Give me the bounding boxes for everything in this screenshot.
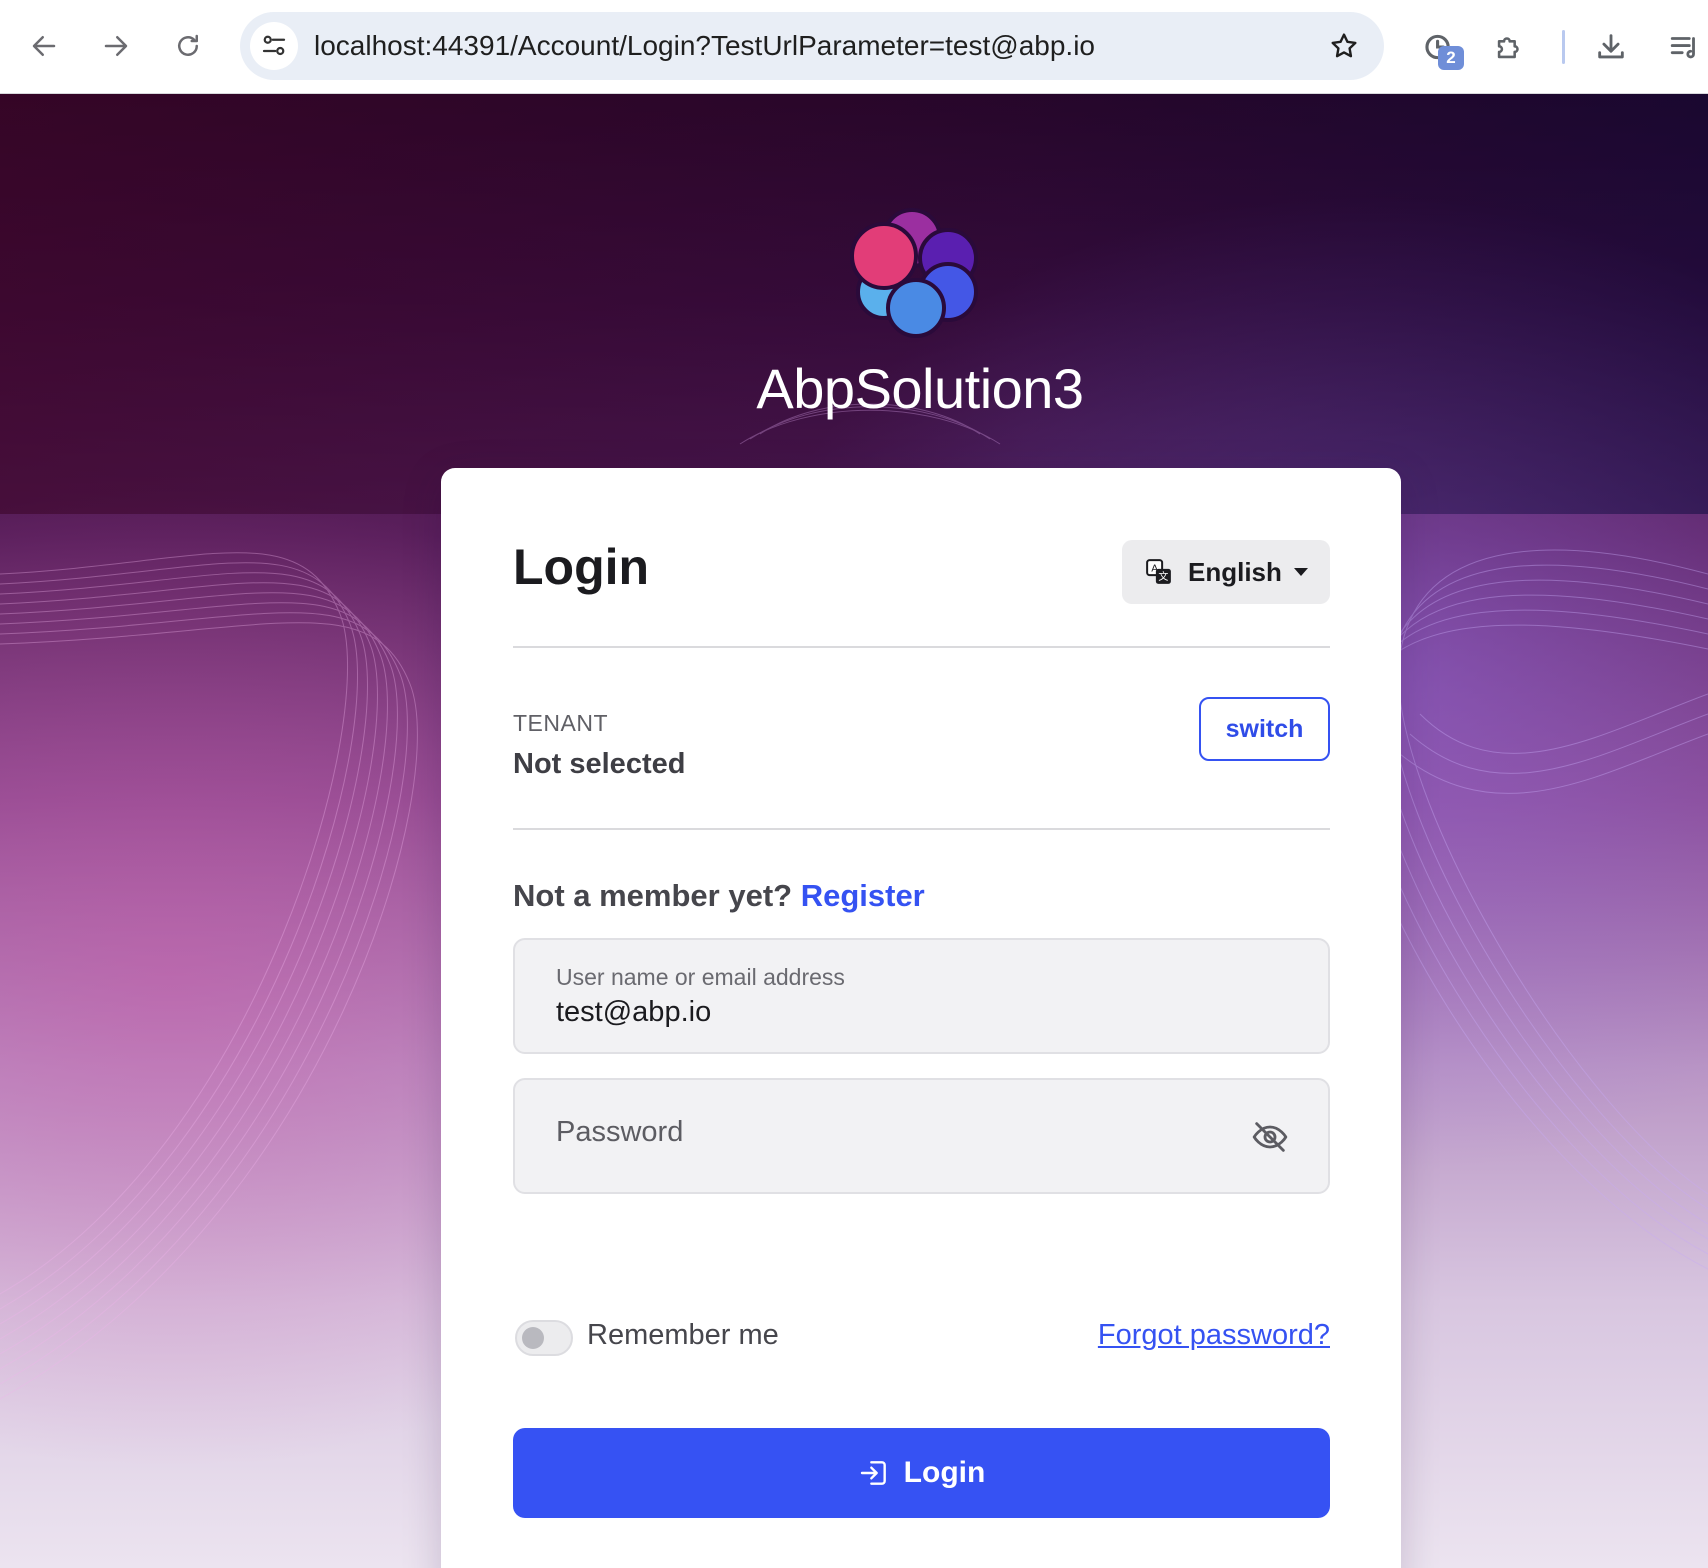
app-name: AbpSolution3: [756, 357, 1084, 420]
chevron-down-icon: [1293, 568, 1308, 576]
extensions-menu-button[interactable]: [1484, 22, 1534, 72]
username-field[interactable]: User name or email address test@abp.io: [513, 938, 1330, 1054]
remember-me-toggle[interactable]: [515, 1320, 573, 1356]
login-title: Login: [513, 539, 650, 595]
tune-icon: [262, 35, 286, 56]
back-button[interactable]: [18, 20, 70, 72]
forgot-password-link[interactable]: Forgot password?: [1098, 1319, 1330, 1352]
password-field[interactable]: Password: [513, 1078, 1330, 1194]
forward-button[interactable]: [90, 20, 142, 72]
abp-logo: [850, 208, 978, 338]
eye-off-icon[interactable]: [1250, 1117, 1290, 1157]
reload-button[interactable]: [162, 20, 214, 72]
media-controls-button[interactable]: [1660, 22, 1708, 72]
language-dropdown[interactable]: A 文 English: [1122, 540, 1330, 604]
register-link[interactable]: Register: [801, 878, 925, 913]
translate-icon: A 文: [1146, 559, 1171, 584]
tenant-value: Not selected: [513, 748, 686, 780]
login-page: AbpSolution3 Login A 文 English TENANT No…: [0, 94, 1708, 1568]
download-icon: [1598, 34, 1624, 59]
puzzle-icon: [1497, 37, 1519, 59]
language-label: English: [1188, 556, 1282, 587]
login-enter-icon: [860, 1461, 886, 1485]
username-field-value[interactable]: test@abp.io: [556, 996, 711, 1029]
bookmark-button[interactable]: [1322, 24, 1366, 68]
svg-text:文: 文: [1158, 570, 1168, 583]
arrow-right-icon: [104, 36, 128, 56]
tenant-label: TENANT: [513, 710, 608, 736]
login-submit-button[interactable]: Login: [513, 1428, 1330, 1518]
address-bar[interactable]: localhost:44391/Account/Login?TestUrlPar…: [240, 12, 1384, 80]
password-field-placeholder[interactable]: Password: [556, 1116, 683, 1149]
switch-tenant-button[interactable]: switch: [1199, 697, 1330, 761]
register-prompt-text: Not a member yet?: [513, 878, 793, 913]
tenant-divider: [513, 828, 1330, 830]
remember-me-label[interactable]: Remember me: [587, 1319, 779, 1352]
toolbar-separator: [1562, 30, 1565, 64]
browser-toolbar: localhost:44391/Account/Login?TestUrlPar…: [0, 0, 1708, 94]
reload-icon: [178, 34, 198, 56]
downloads-button[interactable]: [1586, 22, 1636, 72]
extension-button[interactable]: 2: [1414, 22, 1464, 72]
star-icon: [1331, 33, 1357, 58]
login-card: Login A 文 English TENANT Not selected sw…: [441, 468, 1401, 1568]
extension-badge: 2: [1438, 46, 1464, 70]
header-divider: [513, 646, 1330, 648]
url-text[interactable]: localhost:44391/Account/Login?TestUrlPar…: [314, 12, 1095, 80]
queue-music-icon: [1670, 37, 1695, 59]
register-prompt: Not a member yet? Register: [513, 878, 925, 914]
login-button-label: Login: [903, 1456, 986, 1489]
username-field-label: User name or email address: [556, 964, 845, 990]
arrow-left-icon: [32, 36, 56, 56]
site-info-button[interactable]: [250, 22, 298, 70]
toggle-knob: [522, 1327, 544, 1349]
